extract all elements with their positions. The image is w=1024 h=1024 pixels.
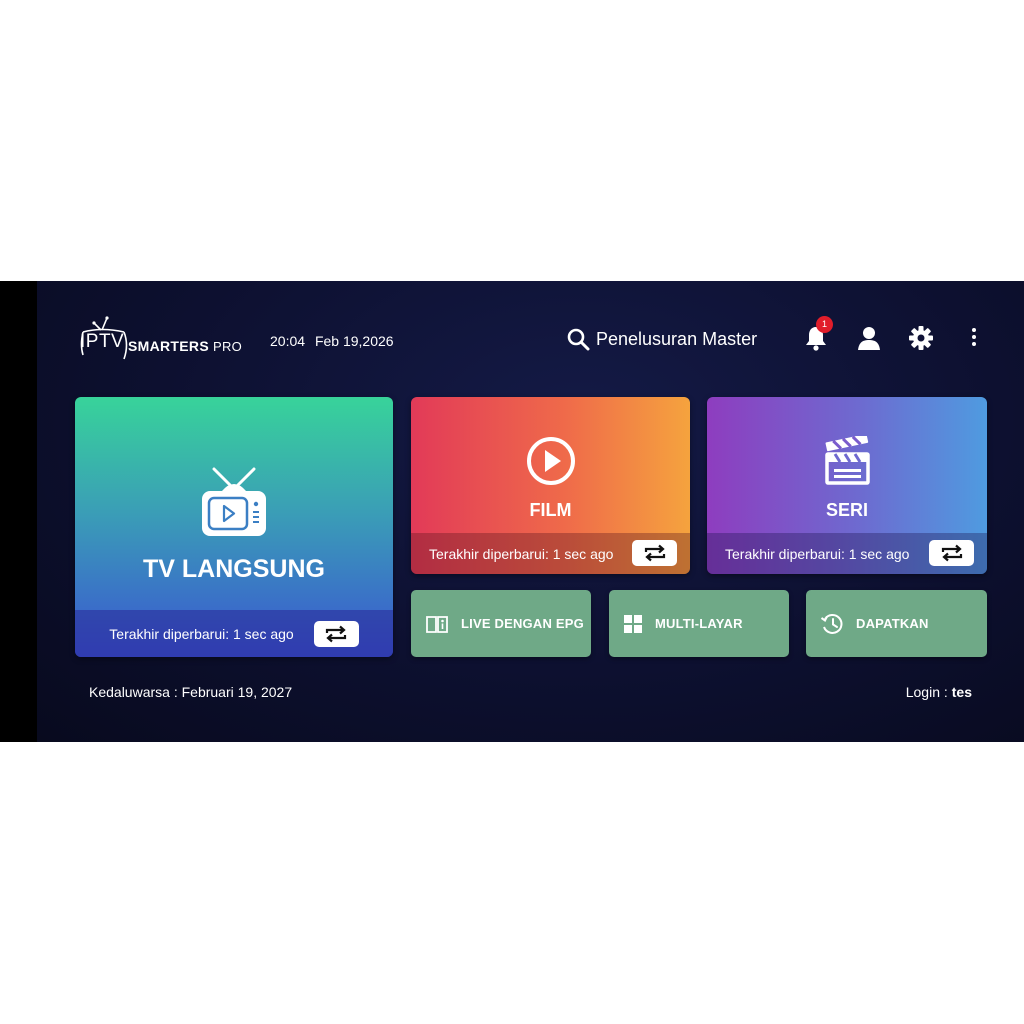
settings-button[interactable] (908, 324, 936, 352)
series-updated-text: Terakhir diperbarui: 1 sec ago (725, 545, 910, 562)
live-tv-title: TV LANGSUNG (143, 555, 325, 583)
multi-screen-label: MULTI-LAYAR (655, 616, 743, 631)
film-refresh-button[interactable] (632, 540, 677, 566)
series-tile[interactable]: SERI Terakhir diperbarui: 1 sec ago (707, 397, 987, 574)
catch-up-button[interactable]: DAPATKAN (806, 590, 987, 657)
more-vertical-icon (972, 328, 976, 346)
user-icon (858, 327, 880, 350)
logo-pro: PRO (212, 339, 243, 354)
grid-icon (624, 614, 642, 633)
login-label: Login : (905, 684, 948, 700)
live-tv-updated-text: Terakhir diperbarui: 1 sec ago (109, 625, 294, 642)
series-refresh-button[interactable] (929, 540, 974, 566)
profile-button[interactable] (856, 324, 884, 352)
history-icon (820, 613, 843, 634)
film-updated-text: Terakhir diperbarui: 1 sec ago (429, 545, 614, 562)
series-title: SERI (825, 500, 868, 520)
refresh-icon (941, 544, 962, 562)
screen-bezel (0, 281, 37, 742)
film-status-bar: Terakhir diperbarui: 1 sec ago (411, 533, 690, 574)
tv-icon (202, 467, 266, 536)
clock-date: Feb 19,2026 (314, 333, 394, 349)
epg-book-icon (426, 615, 448, 633)
notification-badge: 1 (816, 316, 833, 333)
search-icon (567, 328, 590, 351)
live-tv-refresh-button[interactable] (313, 620, 359, 647)
login-info: Login : tes (906, 684, 972, 700)
live-tv-tile[interactable]: TV LANGSUNG Terakhir diperbarui: 1 sec a… (75, 397, 393, 657)
film-tile[interactable]: FILM Terakhir diperbarui: 1 sec ago (411, 397, 690, 574)
multi-screen-button[interactable]: MULTI-LAYAR (609, 590, 789, 657)
live-epg-button[interactable]: LIVE DENGAN EPG (411, 590, 591, 657)
clapperboard-icon (825, 436, 870, 485)
film-title: FILM (529, 500, 572, 520)
clock-time: 20:04 (270, 333, 306, 349)
logo-iptv-text: IPTV (80, 331, 125, 352)
refresh-icon (326, 625, 347, 642)
login-username: tes (951, 684, 972, 700)
live-epg-label: LIVE DENGAN EPG (461, 616, 584, 631)
refresh-icon (644, 544, 665, 562)
logo-brand-text: SMARTERS PRO (128, 338, 242, 354)
play-circle-icon (526, 437, 575, 485)
date-time: 20:04 Feb 19,2026 (270, 333, 394, 349)
master-search-button[interactable]: Penelusuran Master (566, 325, 757, 353)
live-tv-status-bar: Terakhir diperbarui: 1 sec ago (75, 610, 393, 657)
app-logo: IPTV SMARTERS PRO (80, 313, 250, 367)
series-status-bar: Terakhir diperbarui: 1 sec ago (707, 533, 987, 574)
catch-up-label: DAPATKAN (856, 616, 929, 631)
logo-brand: SMARTERS (128, 338, 209, 354)
gear-icon (909, 326, 933, 350)
expiry-date: Kedaluwarsa : Februari 19, 2027 (89, 684, 293, 700)
search-label: Penelusuran Master (596, 328, 758, 349)
notifications-button[interactable]: 1 (803, 316, 833, 352)
more-options-button[interactable] (962, 324, 986, 352)
